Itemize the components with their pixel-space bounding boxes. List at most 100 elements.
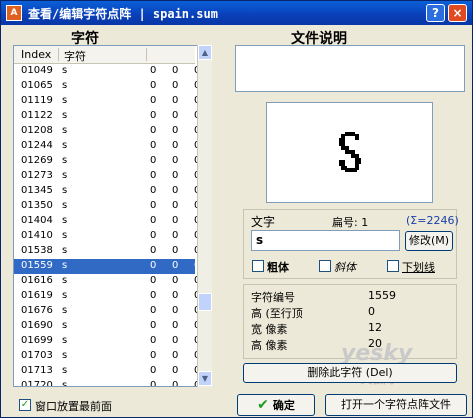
cell-char: s <box>62 320 68 331</box>
cell-index: 01122 <box>21 110 53 121</box>
cell-index: 01404 <box>21 215 53 226</box>
close-button[interactable]: × <box>448 4 467 22</box>
bold-checkbox[interactable] <box>252 260 264 272</box>
list-item[interactable]: 01244s000 <box>14 139 200 154</box>
col-header-index[interactable]: Index <box>21 48 51 61</box>
scroll-up-icon[interactable]: ▲ <box>198 45 212 60</box>
cell-index: 01244 <box>21 140 53 151</box>
delete-char-button[interactable]: 删除此字符 (Del) <box>243 363 457 383</box>
cell-char: s <box>62 305 68 316</box>
cell-a: 0 <box>150 245 157 256</box>
list-item[interactable]: 01690s000 <box>14 319 200 334</box>
cell-a: 0 <box>150 185 157 196</box>
cell-index: 01119 <box>21 95 53 106</box>
cell-a: 0 <box>150 260 157 271</box>
sigma-label: (Σ=2246) <box>406 214 459 227</box>
modify-button[interactable]: 修改(M) <box>405 231 453 251</box>
list-item[interactable]: 01208s000 <box>14 124 200 139</box>
cell-a: 0 <box>150 335 157 346</box>
cell-a: 0 <box>150 170 157 181</box>
cell-a: 0 <box>150 290 157 301</box>
italic-label: 斜体 <box>334 261 356 274</box>
cell-b: 0 <box>172 215 179 226</box>
cell-char: s <box>62 185 68 196</box>
cell-b: 0 <box>172 305 179 316</box>
on-top-checkbox[interactable]: ✓ <box>19 399 31 411</box>
list-item[interactable]: 01065s000 <box>14 79 200 94</box>
list-item[interactable]: 01703s000 <box>14 349 200 364</box>
cell-a: 0 <box>150 140 157 151</box>
cell-a: 0 <box>150 125 157 136</box>
app-icon: A <box>6 5 22 21</box>
cell-a: 0 <box>150 110 157 121</box>
help-button[interactable]: ? <box>426 4 445 22</box>
glyph-preview[interactable] <box>266 102 433 203</box>
cell-index: 01345 <box>21 185 53 196</box>
info-label: 高 像素 <box>251 339 288 352</box>
list-item[interactable]: 01713s000 <box>14 364 200 379</box>
cell-index: 01559 <box>21 260 53 271</box>
info-value: 0 <box>368 305 375 318</box>
cell-index: 01065 <box>21 80 53 91</box>
cell-char: s <box>62 275 68 286</box>
cell-a: 0 <box>150 200 157 211</box>
cell-char: s <box>62 260 68 271</box>
file-description-box[interactable] <box>235 45 465 92</box>
cell-b: 0 <box>172 140 179 151</box>
cell-b: 0 <box>172 80 179 91</box>
list-item[interactable]: 01049s000 <box>14 64 200 79</box>
list-item[interactable]: 01269s000 <box>14 154 200 169</box>
cell-b: 0 <box>172 155 179 166</box>
title-bar[interactable]: A 查看/编辑字符点阵 | spain.sum ? × <box>1 1 472 25</box>
cell-char: s <box>62 380 68 387</box>
bold-label: 粗体 <box>267 261 289 274</box>
cell-index: 01619 <box>21 290 53 301</box>
list-scrollbar[interactable]: ▲ ▼ <box>197 45 212 387</box>
list-item[interactable]: 01410s000 <box>14 229 200 244</box>
list-item[interactable]: 01119s000 <box>14 94 200 109</box>
cell-b: 0 <box>172 365 179 376</box>
list-item[interactable]: 01619s000 <box>14 289 200 304</box>
cell-b: 0 <box>172 335 179 346</box>
cell-index: 01208 <box>21 125 53 136</box>
cell-a: 0 <box>150 350 157 361</box>
char-input[interactable]: s <box>251 230 400 251</box>
list-item[interactable]: 01676s000 <box>14 304 200 319</box>
list-item[interactable]: 01122s000 <box>14 109 200 124</box>
col-separator <box>146 48 147 61</box>
cell-index: 01538 <box>21 245 53 256</box>
cell-index: 01410 <box>21 230 53 241</box>
cell-index: 01703 <box>21 350 53 361</box>
cell-a: 0 <box>150 275 157 286</box>
cell-b: 0 <box>172 170 179 181</box>
list-item[interactable]: 01350s000 <box>14 199 200 214</box>
ok-button[interactable]: ✔ 确定 <box>237 394 315 416</box>
list-item[interactable]: 01345s000 <box>14 184 200 199</box>
cell-index: 01690 <box>21 320 53 331</box>
char-list[interactable]: Index 字符 01049 s 0 0 0 01065 s 0 0 0 01119 s 0 0 0 0112… <box>13 45 210 387</box>
cell-b: 0 <box>172 200 179 211</box>
col-header-char[interactable]: 字符 <box>64 48 86 64</box>
list-item[interactable]: 01699s000 <box>14 334 200 349</box>
underline-checkbox[interactable] <box>387 260 399 272</box>
list-item[interactable]: 01273s000 <box>14 169 200 184</box>
cell-char: s <box>62 80 68 91</box>
list-item[interactable]: 01616s000 <box>14 274 200 289</box>
info-label: 字符编号 <box>251 291 295 304</box>
list-item[interactable]: 01559s000 <box>14 259 200 274</box>
cell-index: 01699 <box>21 335 53 346</box>
scroll-thumb[interactable] <box>198 293 212 311</box>
list-item[interactable]: 01720s000 <box>14 379 200 387</box>
ok-button-label: 确定 <box>272 399 295 412</box>
open-file-button[interactable]: 打开一个字符点阵文件 <box>325 394 467 416</box>
italic-checkbox[interactable] <box>319 260 331 272</box>
cell-b: 0 <box>172 95 179 106</box>
cell-char: s <box>62 65 68 76</box>
info-value: 1559 <box>368 289 396 302</box>
list-item[interactable]: 01404s000 <box>14 214 200 229</box>
scroll-down-icon[interactable]: ▼ <box>198 371 212 386</box>
list-item[interactable]: 01538s000 <box>14 244 200 259</box>
cell-index: 01676 <box>21 305 53 316</box>
on-top-label: 窗口放置最前面 <box>35 400 112 413</box>
cell-b: 0 <box>172 320 179 331</box>
